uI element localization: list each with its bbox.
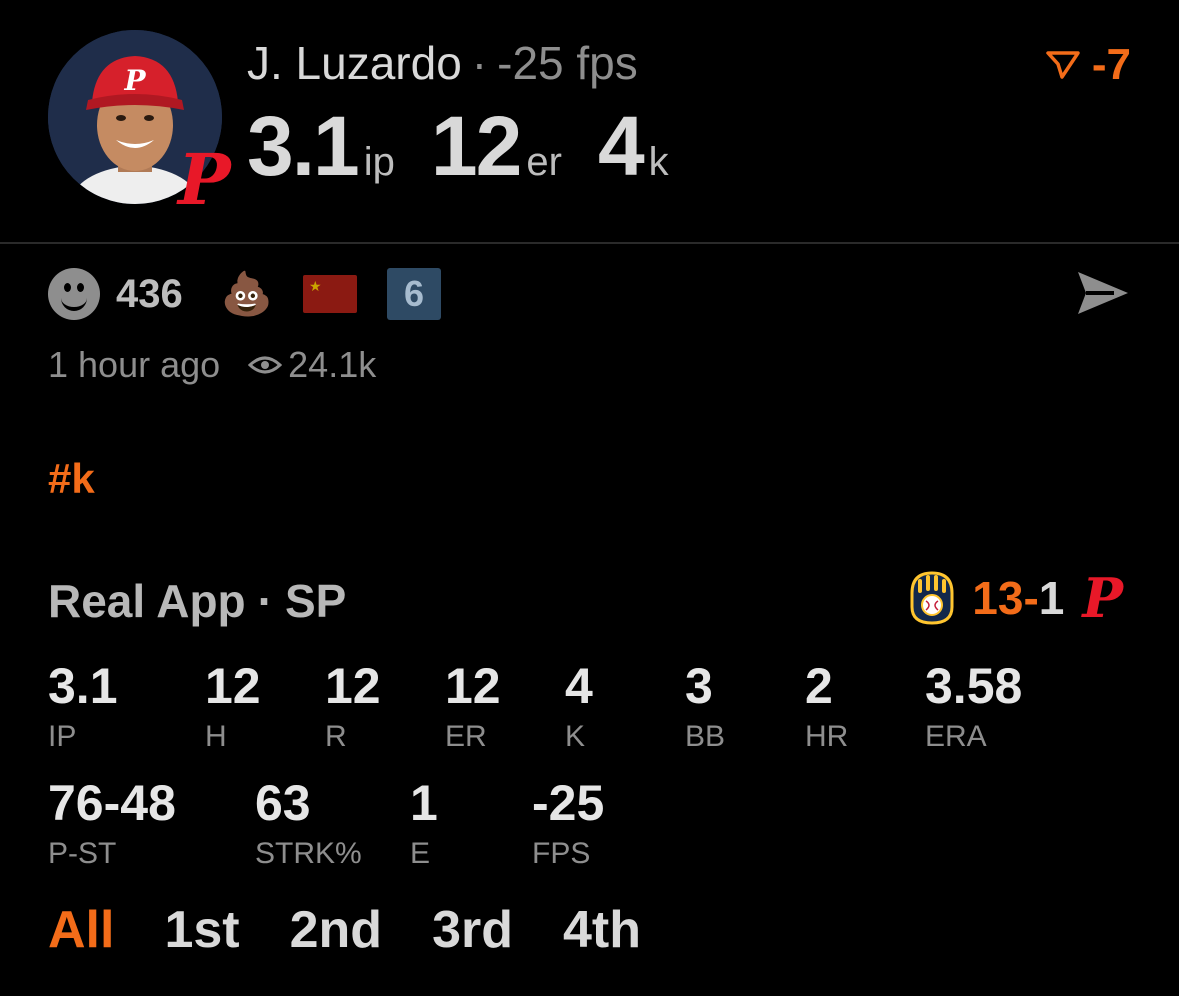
stat-fps: -25 FPS [532,775,604,871]
phillies-logo-badge: P [178,138,231,221]
china-flag-icon[interactable]: ★ [303,275,358,313]
stat-label: R [325,720,347,753]
brewers-glove-logo-icon [910,571,954,625]
stat-p-st: 76-48 P-ST [48,775,176,871]
stat-label: BB [685,720,726,753]
stat-label: ER [445,720,487,753]
headline-er-unit: er [526,140,562,184]
poop-emoji-reaction[interactable]: 💩 [221,269,273,319]
tab-4th[interactable]: 4th [563,900,641,960]
headline-k-unit: k [648,140,669,184]
app-name: Real App [48,575,246,627]
pennant-icon [1046,51,1080,79]
hashtag-link[interactable]: #k [48,455,95,503]
stat-value: 76-48 [48,775,176,831]
player-position: SP [284,575,347,627]
score-separator: - [1023,572,1039,624]
stat-value: 63 [255,775,311,831]
stat-value: 12 [445,658,501,714]
headline-k-value: 4 [597,99,645,193]
stat-value: 12 [325,658,381,714]
headline-stats: 3.1 ip 12 er 4 k [247,98,705,195]
stat-value: 4 [565,658,593,714]
score-delta-badge[interactable]: -7 [1046,40,1131,90]
stat-ip: 3.1 IP [48,658,118,754]
stat-value: 3.58 [925,658,1023,714]
header-divider [0,242,1179,244]
stat-label: IP [48,720,77,753]
eye-icon [248,356,283,374]
score-delta-value: -7 [1091,40,1131,89]
stat-label: H [205,720,227,753]
stat-label: STRK% [255,837,362,870]
headline-er-value: 12 [430,99,522,193]
stat-strk-pct: 63 STRK% [255,775,362,871]
headline-ip-value: 3.1 [247,99,360,193]
game-score[interactable]: 13-1 P [906,568,1123,628]
stat-e: 1 E [410,775,438,871]
stat-value: 1 [410,775,438,831]
stat-label: E [410,837,431,870]
view-count: 24.1k [288,344,377,385]
player-name[interactable]: J. Luzardo [247,37,462,89]
stat-label: FPS [532,837,591,870]
stat-h: 12 H [205,658,261,754]
post-meta: 1 hour ago 24.1k [48,344,376,386]
number-badge[interactable]: 6 [387,268,442,320]
stat-k: 4 K [565,658,593,754]
stat-label: K [565,720,586,753]
game-title: Real App · SP [48,574,346,628]
stat-label: HR [805,720,849,753]
stat-bb: 3 BB [685,658,725,754]
send-icon[interactable] [1074,268,1132,318]
player-name-line: J. Luzardo · -25 fps [247,36,638,90]
stat-value: -25 [532,775,605,831]
tab-all[interactable]: All [48,900,114,960]
svg-text:P: P [123,64,146,97]
phillies-logo-icon: P [1082,566,1123,630]
stat-value: 2 [805,658,833,714]
away-score: 13 [972,572,1024,624]
stat-era: 3.58 ERA [925,658,1022,754]
separator-dot: · [471,37,488,89]
tab-3rd[interactable]: 3rd [432,900,513,960]
time-ago: 1 hour ago [48,344,221,385]
smiley-reaction-icon[interactable] [48,268,100,320]
stat-value: 3 [685,658,713,714]
stat-label: P-ST [48,837,117,870]
stat-value: 12 [205,658,261,714]
stat-er: 12 ER [445,658,501,754]
stat-r: 12 R [325,658,381,754]
home-score: 1 [1038,572,1065,624]
reactions-row: 436 💩 ★ 6 [48,268,442,320]
headline-ip-unit: ip [363,140,395,184]
fps-label: -25 fps [497,37,638,89]
tab-1st[interactable]: 1st [164,900,239,960]
inning-tabs: All 1st 2nd 3rd 4th [48,900,641,960]
stat-label: ERA [925,720,987,753]
separator-dot: · [257,575,273,627]
tab-2nd[interactable]: 2nd [290,900,382,960]
stat-value: 3.1 [48,658,118,714]
reaction-count: 436 [116,271,183,316]
stat-hr: 2 HR [805,658,848,754]
